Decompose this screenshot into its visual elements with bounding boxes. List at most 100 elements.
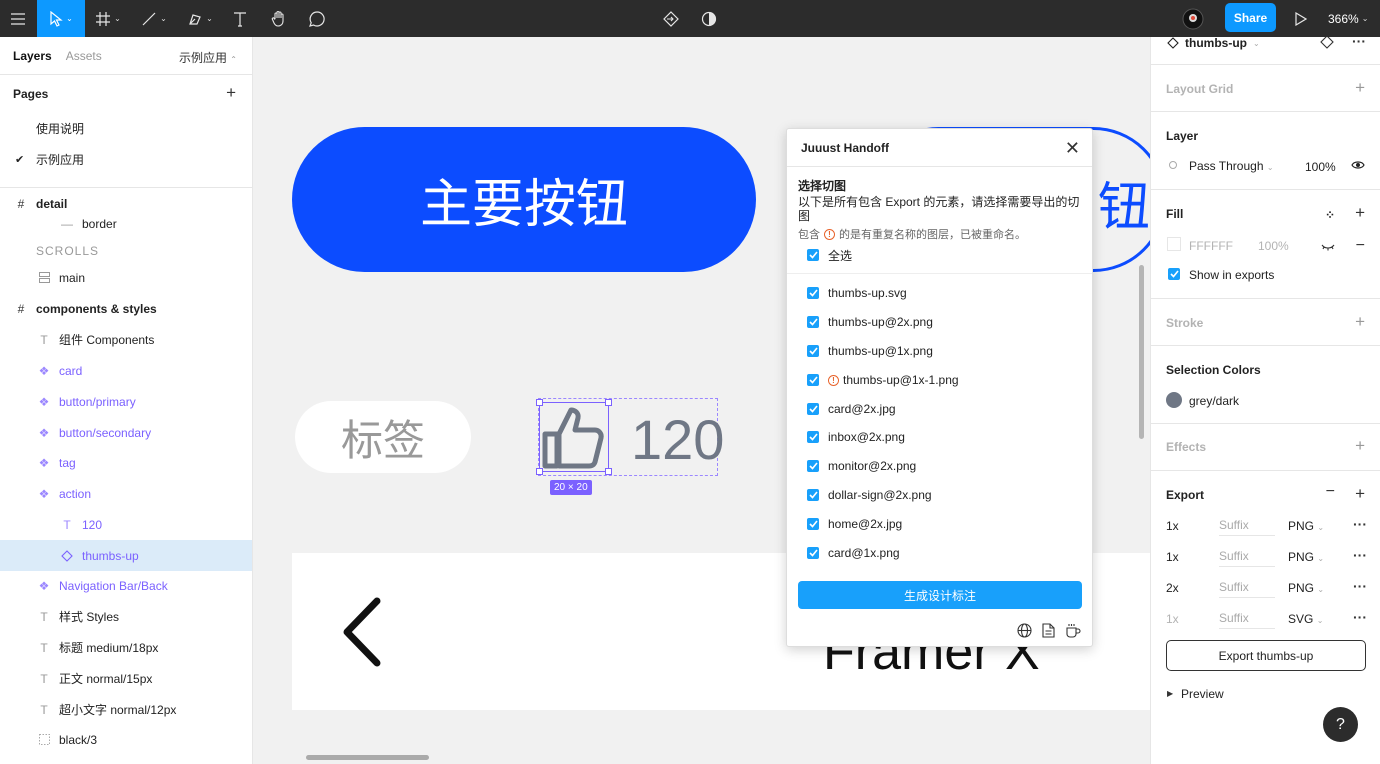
file-item[interactable]: dollar-sign@2x.png (807, 485, 932, 505)
file-item[interactable]: thumbs-up@2x.png (807, 312, 933, 332)
file-item[interactable]: inbox@2x.png (807, 427, 905, 447)
add-page-icon[interactable]: + (226, 83, 236, 103)
globe-icon[interactable] (1017, 623, 1032, 638)
layer-row[interactable]: ❖ Navigation Bar/Back (0, 570, 252, 601)
remove-export-icon[interactable]: − (1326, 483, 1335, 501)
export-format-dropdown[interactable]: PNG ⌄ (1288, 519, 1324, 533)
contrast-mode-icon[interactable] (694, 0, 724, 37)
layer-row[interactable]: black/3 (0, 724, 252, 755)
horizontal-scrollbar[interactable] (306, 755, 429, 760)
select-all-checkbox[interactable]: 全选 (807, 245, 852, 265)
tab-layers[interactable]: Layers (13, 49, 52, 63)
pen-tool-icon[interactable]: ⌄ (180, 0, 220, 37)
eye-icon[interactable] (1351, 159, 1365, 174)
layer-row-selected[interactable]: thumbs-up (0, 540, 252, 571)
layer-opacity-input[interactable]: 100% (1305, 160, 1336, 174)
hand-tool-icon[interactable] (264, 0, 294, 37)
export-suffix-input[interactable]: Suffix (1219, 607, 1275, 629)
more-options-icon[interactable]: ··· (1353, 516, 1367, 532)
layer-row[interactable]: ❖ button/secondary (0, 417, 252, 448)
blend-mode-dropdown[interactable]: Pass Through ⌄ (1189, 159, 1274, 173)
export-format-dropdown[interactable]: SVG ⌄ (1288, 612, 1323, 626)
layer-row[interactable]: T 标题 medium/18px (0, 632, 252, 663)
vertical-scrollbar[interactable] (1139, 265, 1144, 439)
page-item[interactable]: ✔ 示例应用 (0, 144, 252, 175)
layer-row[interactable]: T 正文 normal/15px (0, 663, 252, 694)
file-item[interactable]: home@2x.jpg (807, 514, 902, 534)
user-avatar[interactable] (1180, 0, 1206, 37)
export-suffix-input[interactable]: Suffix (1219, 576, 1275, 598)
fill-swatch[interactable] (1167, 237, 1181, 251)
fill-opacity-input[interactable]: 100% (1258, 239, 1289, 253)
layer-row[interactable]: ❖ card (0, 355, 252, 386)
resize-handle[interactable] (536, 399, 543, 406)
close-icon[interactable]: ✕ (1065, 138, 1080, 159)
color-swatch[interactable] (1166, 392, 1182, 408)
more-options-icon[interactable]: ··· (1353, 609, 1367, 625)
file-item[interactable]: ! thumbs-up@1x-1.png (807, 370, 959, 390)
layer-row[interactable]: main (0, 262, 252, 293)
resize-handle[interactable] (605, 468, 612, 475)
resize-handle[interactable] (536, 468, 543, 475)
add-export-icon[interactable]: + (1355, 484, 1365, 504)
comment-tool-icon[interactable] (303, 0, 331, 37)
export-button[interactable]: Export thumbs-up (1166, 640, 1366, 671)
layer-row[interactable]: T 样式 Styles (0, 601, 252, 632)
more-options-icon[interactable]: ··· (1353, 578, 1367, 594)
export-format-dropdown[interactable]: PNG ⌄ (1288, 581, 1324, 595)
file-item[interactable]: thumbs-up.svg (807, 283, 907, 303)
primary-button-preview[interactable]: 主要按钮 (292, 127, 756, 272)
add-effect-icon[interactable]: + (1355, 436, 1365, 456)
add-stroke-icon[interactable]: + (1355, 312, 1365, 332)
selection-color-name[interactable]: grey/dark (1189, 394, 1239, 408)
help-button[interactable]: ? (1323, 707, 1358, 742)
move-tool-icon[interactable]: ⌄ (37, 0, 85, 37)
preview-toggle[interactable]: Preview (1181, 687, 1224, 701)
share-button[interactable]: Share (1225, 3, 1276, 32)
show-in-exports-checkbox[interactable] (1168, 268, 1180, 280)
present-icon[interactable] (1290, 0, 1312, 37)
file-item[interactable]: monitor@2x.png (807, 456, 916, 476)
layer-row[interactable]: # components & styles (0, 293, 252, 324)
page-switcher[interactable]: 示例应用 ⌃ (179, 49, 237, 66)
export-suffix-input[interactable]: Suffix (1219, 545, 1275, 567)
zoom-dropdown[interactable]: 366% ⌄ (1328, 0, 1368, 37)
fill-hex-input[interactable]: FFFFFF (1189, 239, 1233, 253)
document-icon[interactable] (1042, 623, 1055, 638)
coffee-icon[interactable] (1065, 623, 1081, 638)
export-scale[interactable]: 1x (1166, 612, 1179, 626)
add-fill-icon[interactable]: + (1355, 203, 1365, 223)
main-menu-icon[interactable] (0, 0, 36, 37)
remove-fill-icon[interactable]: − (1356, 237, 1365, 255)
more-options-icon[interactable]: ··· (1352, 37, 1366, 49)
add-layout-grid-icon[interactable]: + (1355, 78, 1365, 98)
tab-assets[interactable]: Assets (66, 49, 102, 63)
export-scale[interactable]: 2x (1166, 581, 1179, 595)
layer-row[interactable]: ❖ action (0, 478, 252, 509)
layer-row[interactable]: T 120 (0, 509, 252, 540)
component-swap-icon[interactable] (656, 0, 686, 37)
line-tool-icon[interactable]: ⌄ (134, 0, 174, 37)
resize-handle[interactable] (605, 399, 612, 406)
hidden-eye-icon[interactable] (1321, 240, 1335, 254)
layer-row[interactable]: ❖ button/primary (0, 386, 252, 417)
layer-row[interactable]: T 超小文字 normal/12px (0, 694, 252, 725)
export-format-dropdown[interactable]: PNG ⌄ (1288, 550, 1324, 564)
generate-spec-button[interactable]: 生成设计标注 (798, 581, 1082, 609)
style-grid-icon[interactable]: ⁘ (1325, 208, 1335, 222)
layer-row[interactable]: ❖ tag (0, 447, 252, 478)
back-chevron-icon[interactable] (341, 597, 385, 670)
page-item[interactable]: 使用说明 (0, 113, 252, 144)
file-item[interactable]: card@1x.png (807, 543, 900, 563)
export-scale[interactable]: 1x (1166, 519, 1179, 533)
frame-tool-icon[interactable]: ⌄ (88, 0, 128, 37)
text-tool-icon[interactable] (226, 0, 254, 37)
layer-row[interactable]: T 组件 Components (0, 324, 252, 355)
more-options-icon[interactable]: ··· (1353, 547, 1367, 563)
detach-instance-icon[interactable] (1320, 37, 1334, 52)
caret-right-icon[interactable]: ▶ (1167, 689, 1173, 698)
file-item[interactable]: thumbs-up@1x.png (807, 341, 933, 361)
file-item[interactable]: card@2x.jpg (807, 399, 896, 419)
export-suffix-input[interactable]: Suffix (1219, 514, 1275, 536)
export-scale[interactable]: 1x (1166, 550, 1179, 564)
